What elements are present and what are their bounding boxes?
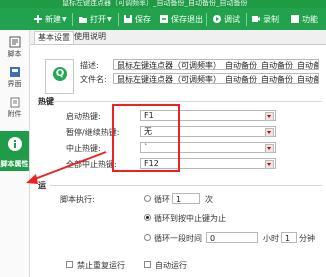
minutes-field[interactable]: 1 xyxy=(281,232,297,243)
dropdown-arrow-icon[interactable] xyxy=(265,112,274,121)
dropdown-arrow-icon[interactable] xyxy=(265,144,274,153)
highlight-box xyxy=(112,104,180,172)
new-label: 新建 xyxy=(45,14,61,24)
loop-label: 循环 xyxy=(154,195,170,204)
script-file-icon: Q xyxy=(45,59,74,94)
sidebar-item-label: 附件 xyxy=(7,110,22,118)
auto-run-label: 自动运行 xyxy=(155,261,187,270)
no-repeat-checkbox[interactable] xyxy=(66,261,73,268)
minutes-unit-label: 分钟 xyxy=(299,234,315,243)
save-icon xyxy=(123,14,133,24)
record-button[interactable]: 录制 xyxy=(251,12,279,26)
debug-button[interactable]: 调试 xyxy=(212,12,240,26)
toolbar-divider xyxy=(72,13,73,26)
tab-basic-settings[interactable]: 基本设置 xyxy=(34,31,74,44)
new-icon xyxy=(33,14,43,24)
dropdown-arrow-icon[interactable] xyxy=(265,160,274,169)
open-caret-icon: ▼ xyxy=(107,15,112,23)
dropdown-arrow-icon[interactable] xyxy=(265,128,274,137)
ui-icon xyxy=(9,66,21,78)
loop-count-field[interactable]: 1 xyxy=(172,193,200,204)
section-divider xyxy=(52,101,322,102)
window-title: 鼠标左键连点器（可调频率）_自动备份_自动备份_自动备份 xyxy=(62,0,248,7)
function-icon xyxy=(290,14,300,24)
open-button[interactable]: 打开 ▼ xyxy=(78,12,112,26)
new-button[interactable]: 新建 ▼ xyxy=(33,12,67,26)
hours-unit-label: 小时 xyxy=(263,234,279,243)
tab-bar: 基本设置 使用说明 xyxy=(30,30,326,45)
sidebar-item-attachment[interactable]: 附件 xyxy=(0,93,29,121)
until-stop-label: 循环到按中止键为止 xyxy=(154,214,226,223)
debug-icon xyxy=(212,14,222,24)
description-field[interactable]: 鼠标左键连点器（可调频率）_自动备份_自动备份_自动备份_ xyxy=(113,59,319,70)
toolbar-divider xyxy=(206,13,207,26)
save-exit-label: 保存退出 xyxy=(171,14,203,24)
save-button[interactable]: 保存 xyxy=(123,12,151,26)
loop-unit-label: 次 xyxy=(205,195,213,204)
save-label: 保存 xyxy=(135,14,151,24)
debug-label: 调试 xyxy=(224,14,240,24)
sidebar-item-label: 界面 xyxy=(7,80,22,88)
toolbar: 新建 ▼ 打开 ▼ 保存 保存退出 调试 录制 功能 xyxy=(0,8,326,30)
sidebar-item-ui[interactable]: 界面 xyxy=(0,63,29,91)
toolbar-divider xyxy=(118,13,119,26)
start-hotkey-label: 启动热键: xyxy=(66,112,101,121)
sidebar-item-script[interactable]: 脚本 xyxy=(0,33,29,61)
filename-label: 文件名: xyxy=(80,75,107,84)
attachment-icon xyxy=(9,96,21,108)
record-label: 录制 xyxy=(263,14,279,24)
tab-usage-instructions[interactable]: 使用说明 xyxy=(71,31,109,43)
toolbar-divider xyxy=(246,13,247,26)
script-icon xyxy=(9,36,21,48)
new-caret-icon: ▼ xyxy=(62,15,67,23)
auto-run-checkbox[interactable] xyxy=(144,261,151,268)
loop-radio[interactable] xyxy=(144,195,151,202)
open-folder-icon xyxy=(78,14,88,24)
description-label: 描述: xyxy=(80,61,99,70)
filename-field[interactable]: 鼠标左键连点器（可调频率）_自动备份_自动备份_自动备份.Q xyxy=(113,73,319,84)
sidebar-item-label: 脚本 xyxy=(7,50,22,58)
loop-time-radio[interactable] xyxy=(144,234,151,241)
function-button[interactable]: 功能 xyxy=(290,12,318,26)
function-label: 功能 xyxy=(302,14,318,24)
save-exit-button[interactable]: 保存退出 xyxy=(159,12,203,26)
run-mode-label: 脚本执行: xyxy=(60,195,95,204)
until-stop-radio[interactable] xyxy=(144,214,151,221)
run-section-title: 运 xyxy=(38,181,46,190)
q-logo-icon: Q xyxy=(53,67,67,81)
hours-field[interactable]: 0 xyxy=(206,232,258,243)
record-icon xyxy=(251,14,261,24)
section-divider xyxy=(50,185,322,186)
annotation-arrow-icon xyxy=(26,151,107,184)
open-label: 打开 xyxy=(90,14,106,24)
save-exit-icon xyxy=(159,14,169,24)
no-repeat-label: 禁止重复运行 xyxy=(77,261,125,270)
loop-time-label: 循环一段时间 xyxy=(154,234,202,243)
